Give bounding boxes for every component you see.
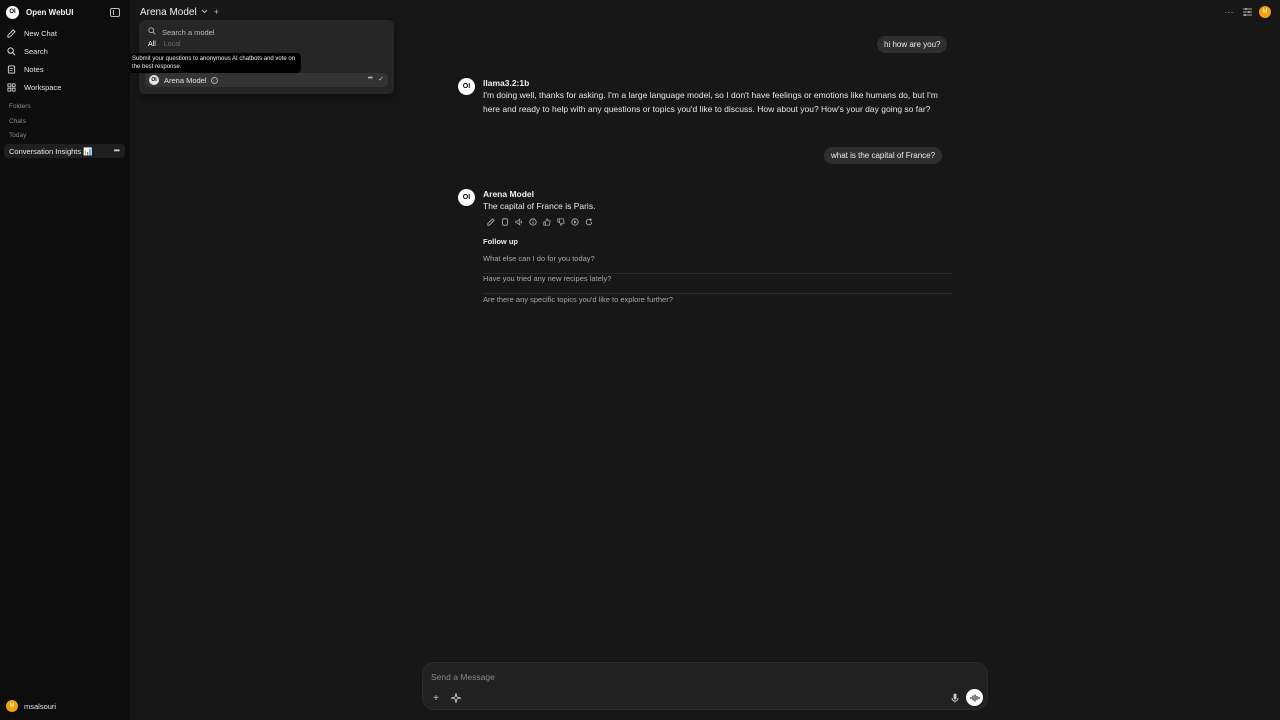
regenerate-icon[interactable]: [583, 216, 594, 227]
today-section-title: Today: [9, 132, 27, 139]
model-description-tooltip: Submit your questions to anonymous AI ch…: [129, 53, 301, 73]
followup-suggestion[interactable]: Are there any specific topics you'd like…: [483, 295, 953, 315]
sidebar-item-label: Search: [24, 46, 48, 56]
sidebar-item-new-chat[interactable]: New Chat: [6, 25, 124, 41]
user-menu[interactable]: M msalsouri: [6, 700, 56, 712]
message-composer: +: [422, 662, 988, 710]
user-message: what is the capital of France?: [824, 147, 943, 164]
user-message: hi how are you?: [877, 36, 948, 53]
copy-icon[interactable]: [499, 216, 510, 227]
sidebar: OI Open WebUI New Chat Search Notes Work…: [0, 0, 130, 720]
info-icon[interactable]: i: [210, 76, 218, 84]
sidebar-item-workspace[interactable]: Workspace: [6, 79, 124, 95]
folders-section-title[interactable]: Folders: [9, 103, 31, 110]
brand-name: Open WebUI: [26, 7, 74, 17]
sidebar-toggle-icon[interactable]: [110, 8, 120, 17]
open-webui-logo-icon: OI: [6, 5, 19, 19]
followup-title: Follow up: [483, 237, 518, 246]
model-logo: OI: [458, 189, 475, 206]
sidebar-item-label: Notes: [24, 64, 44, 74]
integrations-icon[interactable]: [449, 691, 463, 705]
edit-icon[interactable]: [485, 216, 496, 227]
info-icon[interactable]: [527, 216, 538, 227]
brand[interactable]: OI Open WebUI: [6, 5, 124, 19]
sidebar-item-label: New Chat: [24, 28, 57, 38]
chat-item-title: Conversation Insights 📊: [9, 146, 93, 156]
followup-suggestion[interactable]: What else can I do for you today?: [483, 254, 953, 274]
message-input[interactable]: [431, 672, 971, 684]
model-logo: OI: [149, 75, 159, 85]
notes-icon: [6, 64, 16, 74]
model-search: [148, 27, 362, 37]
avatar: M: [6, 700, 18, 712]
assistant-name: Arena Model: [483, 189, 535, 199]
model-option-label: Arena Model: [164, 75, 207, 85]
sidebar-item-search[interactable]: Search: [6, 43, 124, 59]
more-options-icon[interactable]: ···: [1223, 5, 1235, 19]
sidebar-item-notes[interactable]: Notes: [6, 61, 124, 77]
assistant-message: The capital of France is Paris.: [483, 201, 596, 211]
model-tabs: All Local: [148, 41, 189, 48]
voice-mode-button[interactable]: [966, 689, 983, 706]
search-icon: [148, 27, 156, 37]
plus-icon[interactable]: +: [429, 691, 443, 705]
microphone-icon[interactable]: [948, 691, 962, 705]
assistant-message: I'm doing well, thanks for asking. I'm a…: [483, 90, 938, 114]
waveform-icon: [970, 694, 979, 701]
chats-section-title[interactable]: Chats: [9, 118, 26, 125]
thumbs-up-icon[interactable]: [541, 216, 552, 227]
speaker-icon[interactable]: [513, 216, 524, 227]
tab-local[interactable]: Local: [164, 41, 181, 48]
chat-item[interactable]: Conversation Insights 📊 •••: [4, 144, 125, 158]
followup-suggestion[interactable]: Have you tried any new recipes lately?: [483, 274, 953, 294]
model-search-input[interactable]: [162, 27, 362, 37]
thumbs-down-icon[interactable]: [555, 216, 566, 227]
model-selector-label: Arena Model: [140, 6, 197, 18]
more-options-icon[interactable]: •••: [368, 75, 373, 82]
workspace-icon: [6, 82, 16, 92]
avatar[interactable]: M: [1259, 6, 1271, 18]
model-option-arena-model[interactable]: OI Arena Model i ••• ✓: [145, 73, 388, 87]
tab-all[interactable]: All: [148, 41, 156, 48]
add-model-icon[interactable]: +: [214, 7, 219, 17]
chevron-down-icon: [201, 9, 208, 16]
model-logo: OI: [458, 78, 475, 95]
model-selector[interactable]: Arena Model +: [140, 5, 219, 19]
sidebar-item-label: Workspace: [24, 82, 62, 92]
user-name: msalsouri: [24, 701, 57, 711]
continue-icon[interactable]: [569, 216, 580, 227]
checkmark-icon: ✓: [378, 76, 384, 83]
assistant-name: llama3.2:1b: [483, 78, 530, 88]
more-options-icon[interactable]: •••: [114, 146, 120, 155]
edit-icon: [6, 28, 16, 38]
controls-icon[interactable]: [1241, 5, 1253, 19]
message-actions: [485, 216, 597, 227]
search-icon: [6, 46, 16, 56]
